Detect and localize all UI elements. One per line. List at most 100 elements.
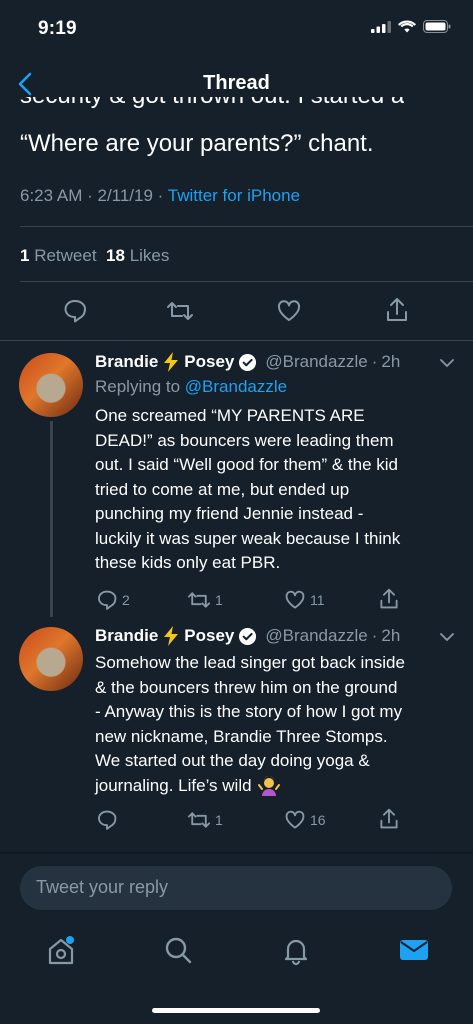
body-line: luckily it was super weak because I thin… bbox=[95, 528, 401, 548]
verified-badge-icon bbox=[239, 627, 257, 645]
body-line: Somehow the lead singer got back inside bbox=[95, 653, 405, 672]
replying-to-label: Replying to bbox=[95, 377, 181, 396]
shrug-emoji-icon bbox=[257, 775, 280, 796]
chevron-down-icon[interactable] bbox=[439, 631, 455, 643]
reply-icon bbox=[64, 300, 86, 323]
share-icon bbox=[380, 588, 398, 609]
replying-to: Replying to @Brandazzle bbox=[95, 377, 287, 397]
main-tweet-cut-line: security & got thrown out. I started a bbox=[20, 97, 404, 111]
time-separator: · bbox=[371, 352, 378, 371]
tab-home[interactable] bbox=[44, 934, 78, 973]
heart-icon bbox=[277, 300, 301, 321]
engagement-stats[interactable]: 1 Retweet 18 Likes bbox=[20, 246, 169, 266]
author-handle[interactable]: @Brandazzle bbox=[265, 626, 367, 646]
reply-icon bbox=[98, 810, 117, 830]
body-line: these kids only eat PBR. bbox=[95, 553, 281, 572]
share-icon bbox=[387, 298, 407, 321]
wifi-icon bbox=[398, 20, 416, 33]
body-line: & the bouncers threw him on the ground bbox=[95, 677, 398, 697]
body-line: One screamed “MY PARENTS ARE bbox=[95, 406, 365, 425]
reply-button[interactable]: 2 bbox=[96, 589, 130, 611]
author-name-last[interactable]: Posey bbox=[184, 626, 234, 646]
chevron-down-icon[interactable] bbox=[439, 357, 455, 369]
retweet-icon bbox=[167, 302, 193, 320]
heart-icon bbox=[285, 590, 305, 609]
lightning-emoji-icon bbox=[164, 626, 179, 646]
divider bbox=[20, 281, 473, 282]
reply-button[interactable] bbox=[96, 809, 122, 831]
retweet-button[interactable]: 1 bbox=[187, 809, 223, 831]
retweet-icon bbox=[187, 812, 211, 828]
replying-to-handle[interactable]: @Brandazzle bbox=[185, 377, 287, 396]
share-button[interactable] bbox=[384, 296, 410, 324]
composer-divider bbox=[0, 852, 473, 854]
body-line: new nickname, Brandie Three Stomps. bbox=[95, 726, 388, 746]
reply-author-line: Brandie Posey @Brandazzle · 2h bbox=[95, 352, 400, 372]
main-tweet-text: “Where are your parents?” chant. bbox=[20, 130, 374, 157]
home-indicator bbox=[152, 1008, 320, 1013]
author-name-last[interactable]: Posey bbox=[184, 352, 234, 372]
tweet-time: 6:23 AM bbox=[20, 186, 83, 205]
main-tweet-cut-text: security & got thrown out. I started a bbox=[20, 97, 404, 111]
cellular-signal-icon bbox=[371, 20, 391, 33]
lightning-emoji-icon bbox=[164, 352, 179, 372]
retweet-count: 1 bbox=[215, 592, 223, 608]
main-tweet-meta: 6:23 AM · 2/11/19 · Twitter for iPhone bbox=[20, 186, 301, 205]
status-icons bbox=[371, 20, 451, 33]
home-icon bbox=[48, 936, 74, 965]
author-name-first[interactable]: Brandie bbox=[95, 352, 158, 372]
body-line: journaling. Life’s wild bbox=[95, 775, 252, 795]
mail-icon bbox=[400, 940, 428, 960]
retweet-button[interactable] bbox=[166, 298, 194, 324]
body-line: punching my friend Jennie instead - bbox=[95, 504, 364, 523]
avatar[interactable] bbox=[19, 627, 83, 691]
share-icon bbox=[380, 808, 398, 829]
avatar[interactable] bbox=[19, 353, 83, 417]
tweet-source-link[interactable]: Twitter for iPhone bbox=[168, 186, 300, 205]
reply-body: Somehow the lead singer got back inside … bbox=[95, 651, 405, 798]
author-handle[interactable]: @Brandazzle bbox=[265, 352, 367, 372]
reply-placeholder: Tweet your reply bbox=[36, 877, 169, 897]
reply-time: 2h bbox=[381, 352, 401, 371]
retweet-button[interactable]: 1 bbox=[187, 589, 223, 611]
verified-badge-icon bbox=[239, 353, 257, 371]
battery-icon bbox=[423, 20, 451, 33]
thread-connector bbox=[50, 421, 53, 617]
time-separator: · bbox=[371, 626, 378, 645]
reply-input[interactable]: Tweet your reply bbox=[20, 866, 452, 910]
like-button[interactable]: 11 bbox=[284, 589, 325, 611]
tab-search[interactable] bbox=[162, 934, 194, 971]
reply-button[interactable] bbox=[62, 298, 88, 324]
bell-icon bbox=[284, 939, 308, 966]
heart-icon bbox=[285, 810, 305, 829]
tab-messages[interactable] bbox=[398, 936, 430, 969]
like-button[interactable]: 16 bbox=[284, 809, 326, 831]
reply-body: One screamed “MY PARENTS ARE DEAD!” as b… bbox=[95, 404, 400, 576]
body-line: out. I said “Well good for them” & the k… bbox=[95, 455, 398, 474]
search-icon bbox=[165, 937, 192, 964]
retweet-count: 1 bbox=[215, 812, 223, 828]
like-count: 16 bbox=[310, 812, 326, 828]
like-label: Likes bbox=[129, 246, 170, 265]
divider bbox=[20, 226, 473, 227]
body-line: tried to come at me, but ended up bbox=[95, 479, 350, 499]
retweet-icon bbox=[187, 592, 211, 608]
reply-tweet[interactable]: Brandie Posey @Brandazzle · 2h Replying … bbox=[0, 341, 473, 619]
retweet-count: 1 bbox=[20, 246, 30, 265]
main-tweet-actions bbox=[0, 296, 473, 330]
page-title: Thread bbox=[203, 72, 270, 94]
reply-icon bbox=[98, 590, 117, 610]
share-button[interactable] bbox=[378, 587, 400, 611]
retweet-label: Retweet bbox=[34, 246, 97, 265]
tweet-date: 2/11/19 bbox=[97, 186, 153, 205]
body-line: DEAD!” as bouncers were leading them bbox=[95, 430, 394, 450]
like-count: 18 bbox=[106, 246, 125, 265]
reply-tweet[interactable]: Brandie Posey @Brandazzle · 2h Somehow t… bbox=[0, 617, 473, 847]
like-count: 11 bbox=[310, 592, 325, 608]
body-line-wrap: journaling. Life’s wild bbox=[95, 774, 405, 799]
like-button[interactable] bbox=[276, 298, 302, 324]
author-name-first[interactable]: Brandie bbox=[95, 626, 158, 646]
tab-notifications[interactable] bbox=[280, 934, 312, 971]
reply-time: 2h bbox=[381, 626, 401, 645]
share-button[interactable] bbox=[378, 807, 400, 831]
